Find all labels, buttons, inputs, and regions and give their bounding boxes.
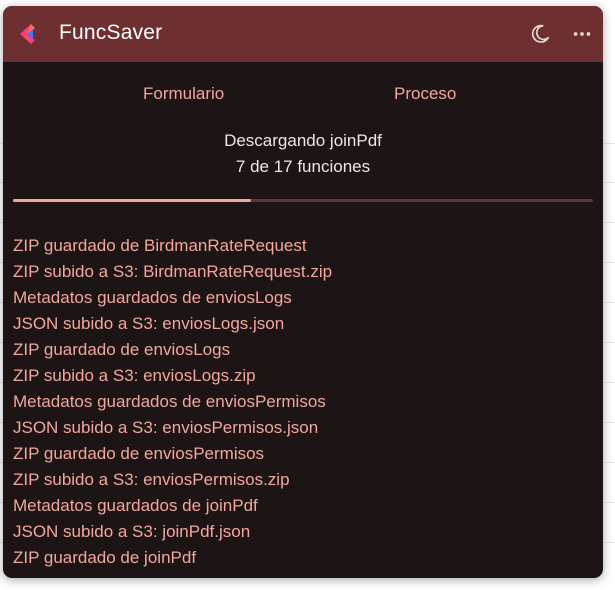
log-item: Metadatos guardados de joinPdf (13, 496, 258, 515)
log-item: Metadatos guardados de enviosLogs (13, 288, 292, 307)
funcsaver-window: FuncSaver Formulario Proceso Descargando… (3, 6, 603, 578)
progress-bar (13, 199, 593, 202)
title-bar[interactable]: FuncSaver (3, 6, 603, 62)
log-item: ZIP subido a S3: enviosPermisos.zip (13, 470, 290, 489)
app-title: FuncSaver (59, 21, 163, 44)
log-item: ZIP guardado de BirdmanRateRequest (13, 236, 307, 255)
status-count: 7 de 17 funciones (235, 157, 371, 176)
log-item: ZIP guardado de enviosLogs (13, 340, 231, 359)
log-item: ZIP guardado de enviosPermisos (13, 444, 265, 463)
app-logo-icon (20, 24, 35, 44)
moon-icon[interactable] (529, 23, 551, 45)
tab-proceso[interactable]: Proceso (394, 84, 456, 104)
progress-bar-fill (13, 199, 251, 202)
log-item: ZIP subido a S3: BirdmanRateRequest.zip (13, 262, 333, 281)
log-item: JSON subido a S3: joinPdf.json (13, 522, 251, 541)
more-icon[interactable] (571, 23, 593, 45)
log-item: JSON subido a S3: enviosLogs.json (13, 314, 285, 333)
log-item: Metadatos guardados de enviosPermisos (13, 392, 326, 411)
log-item: JSON subido a S3: enviosPermisos.json (13, 418, 319, 437)
status-title: Descargando joinPdf (224, 131, 382, 150)
tab-formulario[interactable]: Formulario (143, 84, 224, 104)
log-item: ZIP guardado de joinPdf (13, 548, 197, 567)
log-list: ZIP guardado de BirdmanRateRequest ZIP s… (13, 233, 593, 571)
log-item: ZIP subido a S3: enviosLogs.zip (13, 366, 256, 385)
